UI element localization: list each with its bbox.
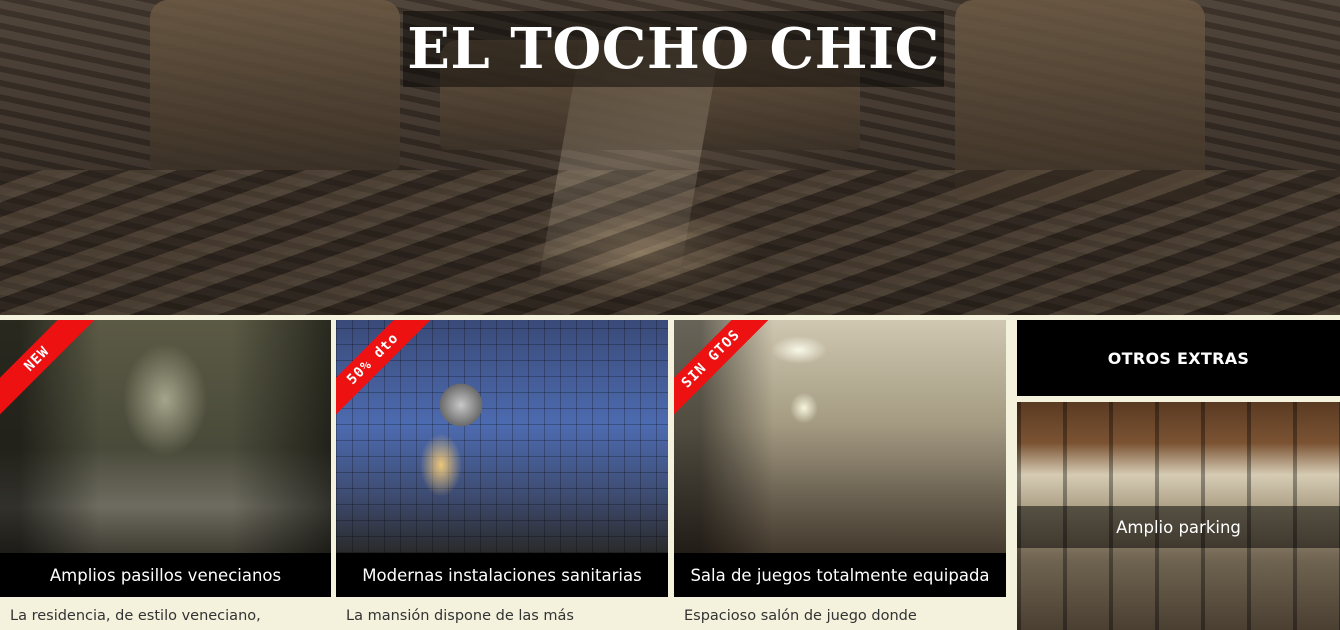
hero-banner: EL TOCHO CHIC: [0, 0, 1340, 315]
hero-armchair-left: [150, 0, 400, 170]
card-description: La mansión dispone de las más: [346, 608, 574, 624]
corner-ribbon: SIN GTOS: [674, 320, 784, 430]
card-description: La residencia, de estilo veneciano,: [10, 608, 261, 624]
card-caption[interactable]: Sala de juegos totalmente equipada: [674, 553, 1006, 597]
ribbon-badge: 50% dto: [336, 320, 436, 422]
card-description: Espacioso salón de juego donde: [684, 608, 917, 624]
ribbon-badge: NEW: [0, 320, 100, 422]
extras-heading: OTROS EXTRAS: [1017, 320, 1340, 396]
extra-caption[interactable]: Amplio parking: [1017, 506, 1340, 548]
card-caption[interactable]: Modernas instalaciones sanitarias: [336, 553, 668, 597]
feature-card-juegos[interactable]: SIN GTOS Sala de juegos totalmente equip…: [674, 320, 1006, 630]
site-title[interactable]: EL TOCHO CHIC: [403, 11, 944, 87]
corner-ribbon: NEW: [0, 320, 110, 430]
feature-card-pasillos[interactable]: NEW Amplios pasillos venecianos La resid…: [0, 320, 331, 630]
extra-card-parking[interactable]: Amplio parking: [1017, 402, 1340, 630]
extras-sidebar: OTROS EXTRAS Amplio parking: [1017, 320, 1340, 630]
card-caption[interactable]: Amplios pasillos venecianos: [0, 553, 331, 597]
site-title-box: EL TOCHO CHIC: [403, 11, 944, 87]
corner-ribbon: 50% dto: [336, 320, 446, 430]
feature-card-sanitarias[interactable]: 50% dto Modernas instalaciones sanitaria…: [336, 320, 668, 630]
ribbon-badge: SIN GTOS: [674, 320, 774, 422]
